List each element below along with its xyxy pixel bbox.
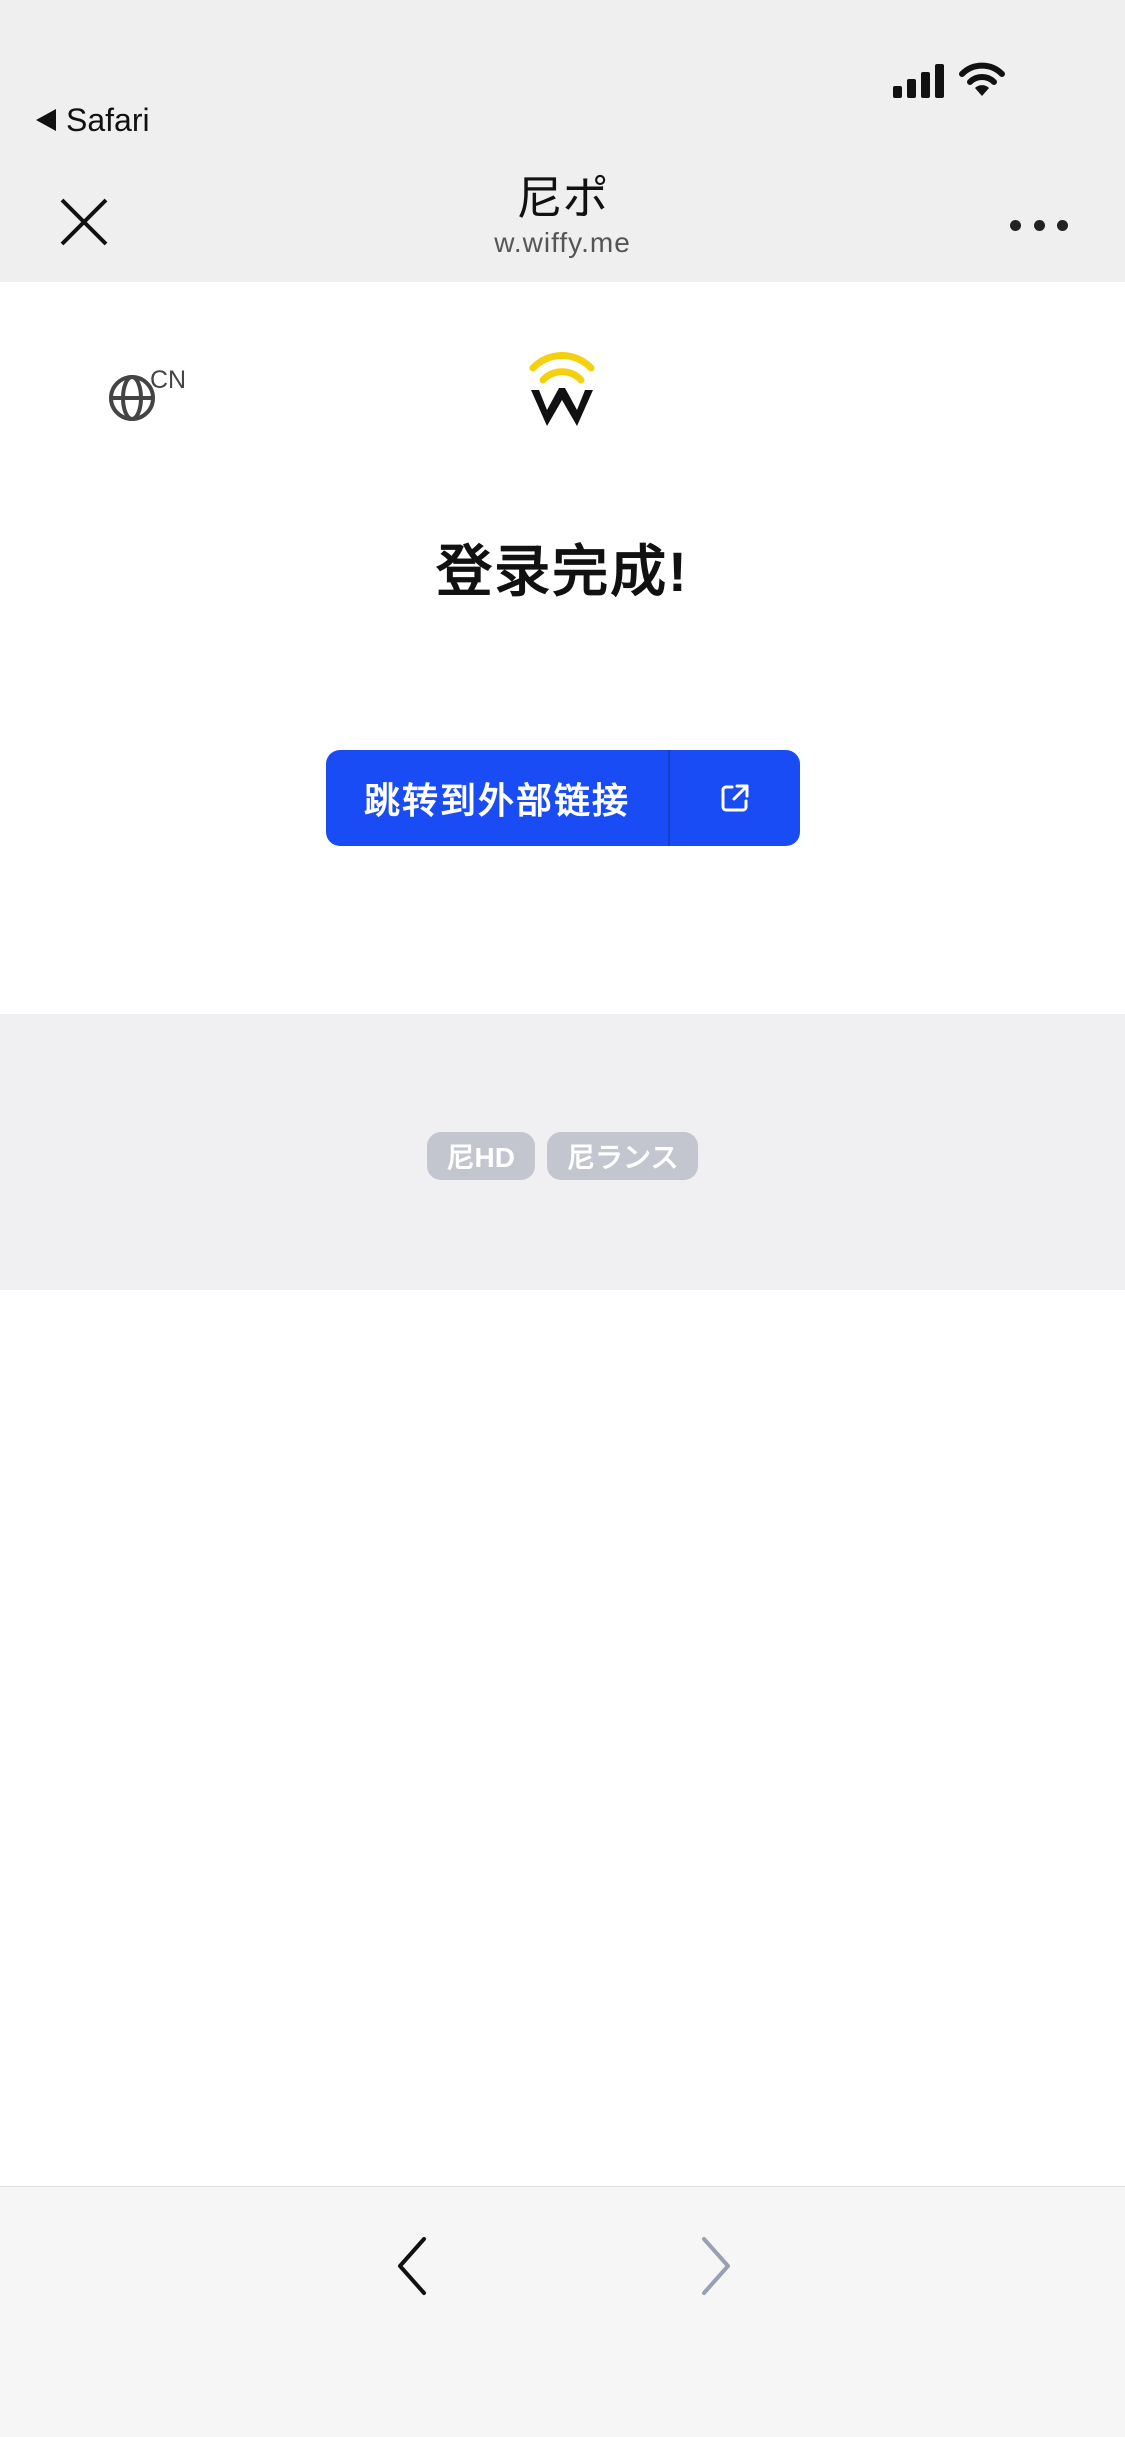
external-link-icon <box>721 784 749 812</box>
tag-list: 尼HD 尼ランス <box>0 1132 1125 1180</box>
external-link-label: 跳转到外部链接 <box>363 780 630 821</box>
signal-icon <box>893 64 944 98</box>
back-chevron-icon[interactable] <box>388 2231 444 2301</box>
back-to-safari-link[interactable]: Safari <box>36 100 150 140</box>
tag-item[interactable]: 尼ランス <box>547 1132 699 1180</box>
tag-item[interactable]: 尼HD <box>426 1132 535 1180</box>
external-link-button[interactable]: 跳转到外部链接 <box>326 750 800 846</box>
main-content: CN 登录完成! 跳转到外部链接 <box>0 282 1125 1014</box>
back-app-label: Safari <box>66 101 150 138</box>
page-title: 尼ポ <box>516 172 609 224</box>
navigation-bar: 尼ポ w.wiffy.me <box>0 170 1125 282</box>
language-switcher[interactable]: CN <box>108 366 218 426</box>
login-complete-heading: 登录完成! <box>436 540 689 603</box>
page-domain: w.wiffy.me <box>494 227 631 258</box>
more-button[interactable] <box>1010 210 1068 240</box>
more-icon <box>1010 219 1021 231</box>
forward-chevron-icon[interactable] <box>684 2231 740 2301</box>
back-triangle-icon <box>36 109 56 131</box>
wifi-icon <box>959 62 1005 96</box>
language-code: CN <box>150 366 187 394</box>
globe-icon <box>109 375 155 421</box>
tags-section: 尼HD 尼ランス <box>0 1014 1125 1290</box>
status-bar: Safari <box>0 0 1125 170</box>
wiffy-logo-icon <box>529 352 595 426</box>
bottom-toolbar <box>0 2186 1125 2437</box>
